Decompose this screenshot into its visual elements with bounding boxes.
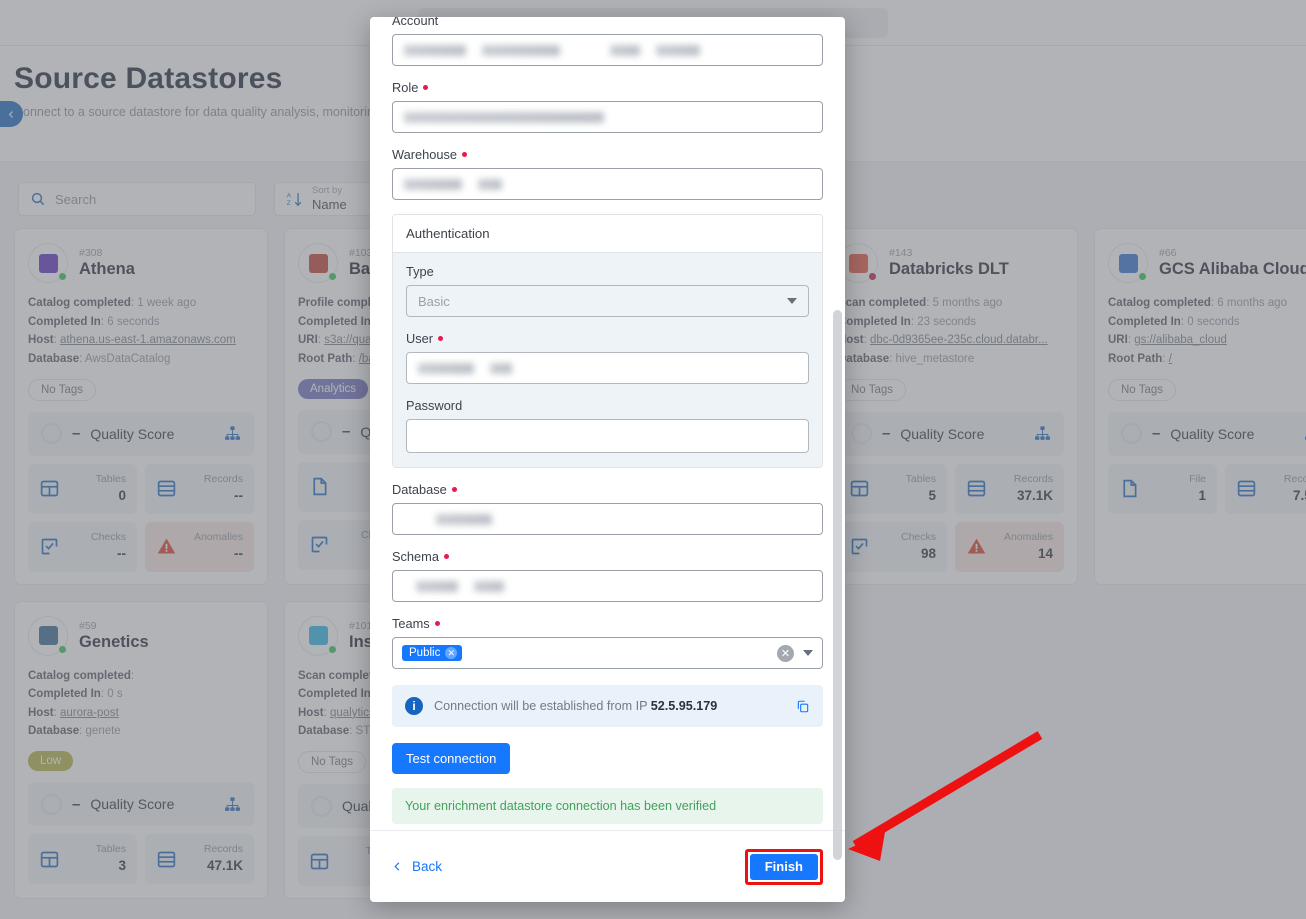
back-label: Back [412,859,443,874]
clear-icon[interactable]: ✕ [777,644,794,662]
authentication-panel: Authentication Type Basic User Password [392,214,823,468]
chevron-left-icon [394,862,400,871]
account-input[interactable] [392,34,823,66]
chevron-down-icon [787,298,797,304]
required-indicator [434,621,440,626]
teams-field: Teams Public ✕ ✕ [392,616,823,669]
auth-type-field: Type Basic [406,264,809,317]
datastore-connection-modal: Account Role Warehouse Authentication Ty… [370,17,845,902]
required-indicator [451,487,457,492]
role-label: Role [392,80,823,95]
teams-label: Teams [392,616,823,631]
auth-password-label: Password [406,398,463,413]
warehouse-redacted-value [404,178,811,190]
authentication-body: Type Basic User Password [393,253,822,467]
required-indicator [461,152,467,157]
auth-type-label: Type [406,264,434,279]
auth-user-field: User [406,331,809,384]
database-field: Database [392,482,823,535]
modal-footer: Back Finish [370,830,845,902]
warehouse-label: Warehouse [392,147,823,162]
warehouse-input[interactable] [392,168,823,200]
connection-ip-info: i Connection will be established from IP… [392,685,823,727]
auth-password-input[interactable] [406,419,809,453]
auth-type-value: Basic [418,293,450,309]
database-input[interactable] [392,503,823,535]
modal-scrollbar[interactable] [833,310,842,860]
connection-success-message: Your enrichment datastore connection has… [392,788,823,824]
screen: Search datastores Source Datastores Conn… [0,0,1306,919]
account-field: Account [392,17,823,66]
schema-input[interactable] [392,570,823,602]
copy-icon[interactable] [796,699,810,714]
database-label: Database [392,482,823,497]
account-redacted-value [404,44,811,56]
auth-type-select[interactable]: Basic [406,285,809,317]
required-indicator [438,336,444,341]
connection-ip-text: Connection will be established from IP 5… [434,699,718,713]
auth-user-label: User [406,331,809,346]
finish-button[interactable]: Finish [749,853,818,880]
chevron-down-icon[interactable] [803,650,813,656]
auth-user-input[interactable] [406,352,809,384]
auth-password-field: Password [406,398,809,453]
connection-ip-value: 52.5.95.179 [650,699,718,713]
info-icon: i [405,697,423,715]
authentication-title: Authentication [393,215,822,253]
chip-remove-icon[interactable]: ✕ [445,647,458,659]
user-redacted-value [418,362,797,374]
role-field: Role [392,80,823,133]
modal-body: Account Role Warehouse Authentication Ty… [370,17,845,830]
schema-redacted-value [404,580,811,592]
role-redacted-value [404,111,604,123]
teams-multiselect[interactable]: Public ✕ ✕ [392,637,823,669]
schema-label: Schema [392,549,823,564]
schema-field: Schema [392,549,823,602]
team-chip-label: Public [409,647,441,659]
required-indicator [443,554,449,559]
teams-controls: ✕ [777,644,813,662]
required-indicator [423,85,429,90]
account-label: Account [392,17,439,28]
role-input[interactable] [392,101,823,133]
test-connection-button[interactable]: Test connection [392,743,511,774]
database-redacted-value [436,513,492,525]
finish-button-highlight: Finish [744,848,823,885]
team-chip-public[interactable]: Public ✕ [402,645,463,661]
back-button[interactable]: Back [392,859,442,874]
warehouse-field: Warehouse [392,147,823,200]
